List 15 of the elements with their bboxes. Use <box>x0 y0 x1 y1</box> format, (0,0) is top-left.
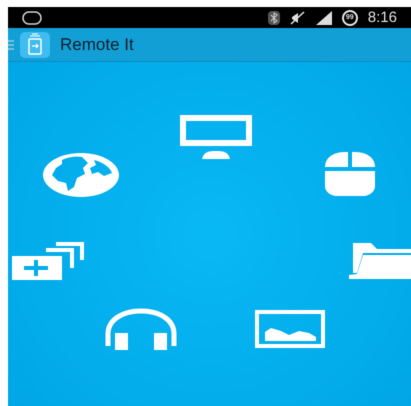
image-icon[interactable] <box>255 310 325 348</box>
notification-icon <box>22 10 42 24</box>
tabs-icon[interactable] <box>12 242 84 280</box>
globe-icon[interactable] <box>42 152 120 198</box>
app-logo-icon <box>20 32 50 58</box>
headphones-icon[interactable] <box>104 308 178 350</box>
monitor-icon[interactable] <box>178 115 254 159</box>
mute-icon <box>290 10 306 24</box>
folder-icon[interactable] <box>349 243 411 279</box>
bluetooth-icon <box>268 10 280 24</box>
menu-icon[interactable] <box>8 38 14 50</box>
app-title: Remote It <box>60 34 134 56</box>
clock-time: 8:16 <box>368 10 397 25</box>
signal-icon <box>316 10 332 24</box>
mouse-icon[interactable] <box>323 152 377 196</box>
